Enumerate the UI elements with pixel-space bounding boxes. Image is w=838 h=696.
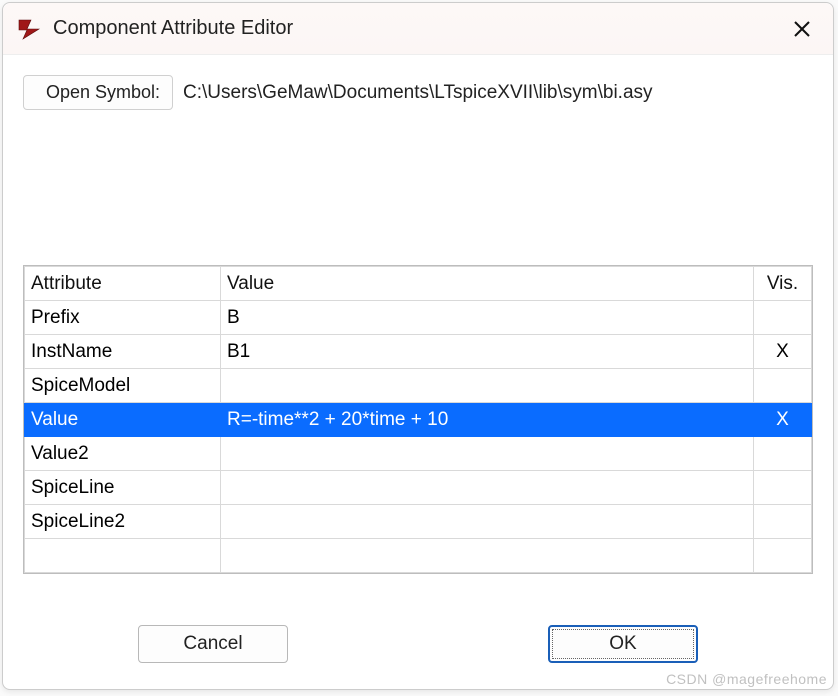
button-row: Cancel OK: [23, 601, 813, 679]
header-attribute[interactable]: Attribute: [25, 267, 221, 301]
cell-vis[interactable]: X: [754, 335, 812, 369]
cell-vis[interactable]: X: [754, 403, 812, 437]
header-vis[interactable]: Vis.: [754, 267, 812, 301]
cell-attribute[interactable]: [25, 539, 221, 573]
table-row[interactable]: [25, 539, 812, 573]
table-header-row: Attribute Value Vis.: [25, 267, 812, 301]
cell-value[interactable]: [221, 369, 754, 403]
app-icon: [17, 17, 41, 41]
cell-value[interactable]: B1: [221, 335, 754, 369]
cell-attribute[interactable]: Prefix: [25, 301, 221, 335]
cell-attribute[interactable]: SpiceLine2: [25, 505, 221, 539]
cell-value[interactable]: B: [221, 301, 754, 335]
cell-vis[interactable]: [754, 505, 812, 539]
symbol-path: C:\Users\GeMaw\Documents\LTspiceXVII\lib…: [183, 82, 653, 104]
cell-value[interactable]: R=-time**2 + 20*time + 10: [221, 403, 754, 437]
open-symbol-button[interactable]: Open Symbol:: [23, 75, 173, 110]
cell-vis[interactable]: [754, 369, 812, 403]
dialog-window: Component Attribute Editor Open Symbol: …: [2, 2, 834, 690]
table-row[interactable]: InstNameB1X: [25, 335, 812, 369]
table-row[interactable]: SpiceLine2: [25, 505, 812, 539]
table-row[interactable]: Value2: [25, 437, 812, 471]
cell-attribute[interactable]: SpiceModel: [25, 369, 221, 403]
titlebar: Component Attribute Editor: [3, 3, 833, 55]
cell-vis[interactable]: [754, 471, 812, 505]
cell-vis[interactable]: [754, 539, 812, 573]
table-row[interactable]: ValueR=-time**2 + 20*time + 10X: [25, 403, 812, 437]
cell-attribute[interactable]: Value: [25, 403, 221, 437]
cell-value[interactable]: [221, 437, 754, 471]
ok-button[interactable]: OK: [548, 625, 698, 663]
cell-value[interactable]: [221, 505, 754, 539]
cell-attribute[interactable]: Value2: [25, 437, 221, 471]
close-button[interactable]: [787, 14, 817, 44]
table-row[interactable]: SpiceLine: [25, 471, 812, 505]
header-value[interactable]: Value: [221, 267, 754, 301]
spacer-bottom: [23, 574, 813, 601]
dialog-content: Open Symbol: C:\Users\GeMaw\Documents\LT…: [3, 55, 833, 689]
attribute-table[interactable]: Attribute Value Vis. PrefixBInstNameB1XS…: [24, 266, 812, 573]
table-row[interactable]: PrefixB: [25, 301, 812, 335]
window-title: Component Attribute Editor: [53, 17, 787, 40]
cell-vis[interactable]: [754, 301, 812, 335]
cell-value[interactable]: [221, 471, 754, 505]
cell-value[interactable]: [221, 539, 754, 573]
cell-attribute[interactable]: InstName: [25, 335, 221, 369]
cancel-button[interactable]: Cancel: [138, 625, 288, 663]
table-row[interactable]: SpiceModel: [25, 369, 812, 403]
spacer: [23, 120, 813, 265]
cell-attribute[interactable]: SpiceLine: [25, 471, 221, 505]
attribute-table-wrap: Attribute Value Vis. PrefixBInstNameB1XS…: [23, 265, 813, 574]
cell-vis[interactable]: [754, 437, 812, 471]
open-symbol-row: Open Symbol: C:\Users\GeMaw\Documents\LT…: [23, 75, 813, 110]
